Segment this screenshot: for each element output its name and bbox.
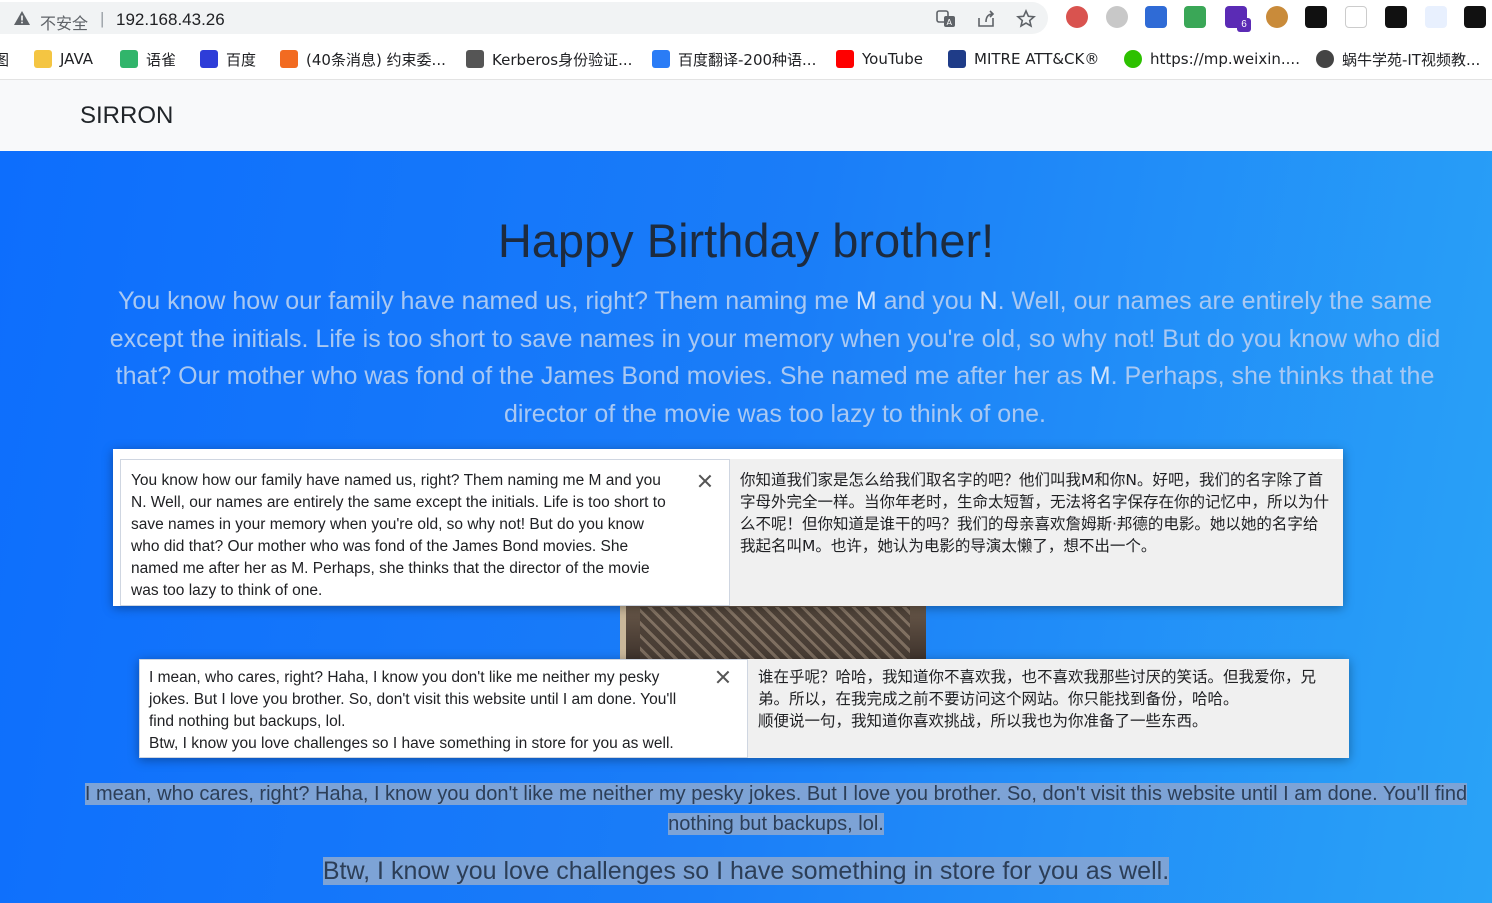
bookmark-weixin[interactable]: https://mp.weixin....: [1124, 48, 1300, 70]
folder-icon: [34, 50, 52, 68]
bookmark-mitre[interactable]: MITRE ATT&CK®: [948, 48, 1099, 70]
extension-cookie-icon[interactable]: [1266, 6, 1288, 28]
baidu-paw-icon: [200, 50, 218, 68]
svg-text:A: A: [947, 18, 953, 27]
extension-download-icon[interactable]: [1184, 6, 1206, 28]
bookmark-yuque[interactable]: 语雀: [120, 48, 176, 70]
wechat-icon: [1124, 50, 1142, 68]
extension-gray-icon[interactable]: [1106, 6, 1128, 28]
browser-address-bar: 不安全 | 192.168.43.26 A 6: [0, 0, 1492, 36]
omnibox[interactable]: 不安全 | 192.168.43.26 A: [0, 2, 1048, 34]
extension-badge: 6: [1237, 18, 1251, 32]
bookmark-star-icon[interactable]: [1016, 9, 1036, 29]
translate-source-text[interactable]: I mean, who cares, right? Haha, I know y…: [139, 659, 748, 758]
yuque-icon: [120, 50, 138, 68]
challenge-paragraph: Btw, I know you love challenges so I hav…: [322, 857, 1170, 885]
bookmark-item[interactable]: 图: [0, 48, 9, 70]
intro-paragraph: You know how our family have named us, r…: [109, 287, 1441, 428]
page-title: Happy Birthday brother!: [497, 214, 995, 267]
kerberos-icon: [466, 50, 484, 68]
bookmark-baidu-fanyi[interactable]: 百度翻译-200种语...: [652, 48, 816, 70]
photo-texture: [640, 607, 910, 659]
translate-icon[interactable]: A: [936, 9, 956, 29]
bookmarks-bar: 图 JAVA 语雀 百度 (40条消息) 约束委... Kerberos身份验证…: [0, 36, 1492, 80]
jokes-paragraph: I mean, who cares, right? Haha, I know y…: [84, 783, 1468, 835]
translate-target-text: 你知道我们家是怎么给我们取名字的吧？他们叫我M和你N。好吧，我们的名字除了首字母…: [730, 459, 1343, 606]
security-status[interactable]: 不安全: [40, 10, 88, 34]
bookmark-baidu[interactable]: 百度: [200, 48, 256, 70]
close-icon[interactable]: [697, 473, 713, 489]
site-navbar: SIRRON: [0, 80, 1492, 152]
extension-mask-icon[interactable]: [1305, 6, 1327, 28]
extension-cube-icon[interactable]: 6: [1225, 6, 1251, 32]
url-text[interactable]: 192.168.43.26: [116, 10, 225, 30]
bookmark-woniu[interactable]: 蜗牛学苑-IT视频教...: [1316, 48, 1480, 70]
translate-source-text[interactable]: You know how our family have named us, r…: [120, 459, 730, 606]
youtube-icon: [836, 50, 854, 68]
csdn-icon: [280, 50, 298, 68]
globe-icon: [1316, 50, 1334, 68]
fanyi-icon: [652, 50, 670, 68]
extension-scissors-icon[interactable]: [1345, 6, 1367, 28]
mitre-icon: [948, 50, 966, 68]
bookmark-csdn[interactable]: (40条消息) 约束委...: [280, 48, 446, 70]
bookmark-youtube[interactable]: YouTube: [836, 48, 923, 70]
extension-owl-icon[interactable]: [1066, 6, 1088, 28]
extension-l-icon[interactable]: [1385, 6, 1407, 28]
navbar-brand[interactable]: SIRRON: [80, 102, 173, 130]
extension-save-icon[interactable]: [1145, 6, 1167, 28]
photo-frame: [620, 603, 626, 663]
extension-pin-icon[interactable]: [1425, 6, 1447, 28]
translate-popup-1: You know how our family have named us, r…: [113, 449, 1343, 606]
warning-triangle-icon: [14, 11, 30, 25]
share-icon[interactable]: [976, 9, 996, 29]
bookmark-folder-java[interactable]: JAVA: [34, 48, 93, 70]
translate-popup-2: I mean, who cares, right? Haha, I know y…: [139, 659, 1349, 758]
omnibox-divider: |: [100, 9, 105, 28]
bookmark-kerberos[interactable]: Kerberos身份验证...: [466, 48, 632, 70]
extension-h-icon[interactable]: [1464, 6, 1486, 28]
close-icon[interactable]: [715, 669, 731, 685]
translate-target-text: 谁在乎呢？哈哈，我知道你不喜欢我，也不喜欢我那些讨厌的笑话。但我爱你，兄弟。所以…: [748, 659, 1349, 758]
